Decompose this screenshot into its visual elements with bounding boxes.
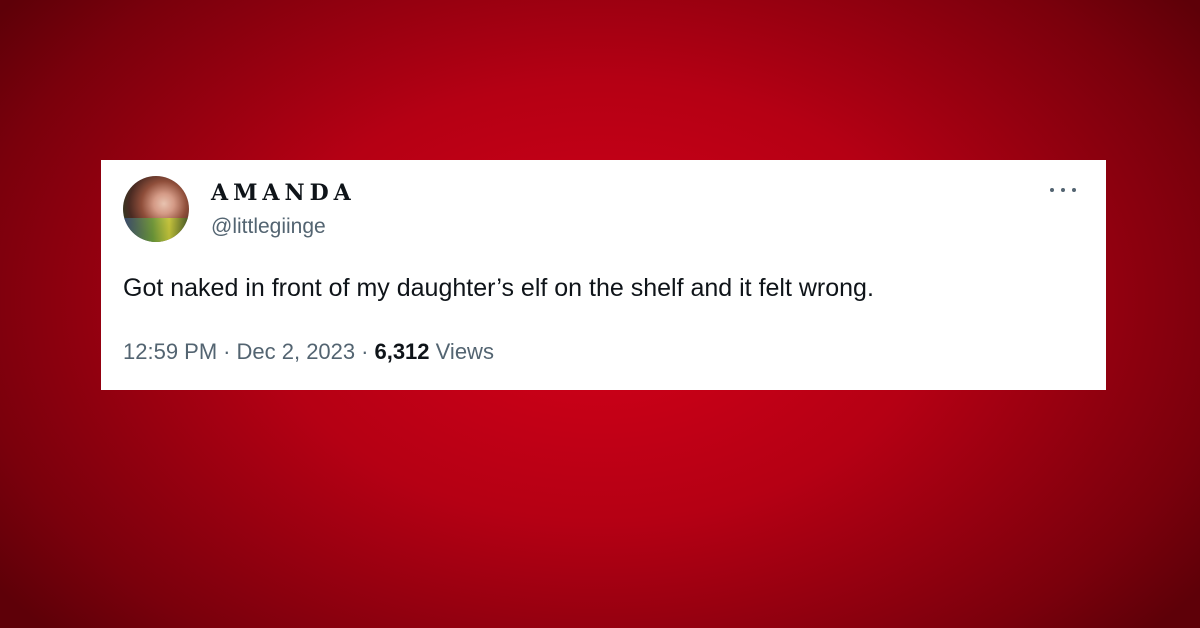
avatar-photo-detail [123, 218, 189, 242]
more-dot [1061, 188, 1065, 192]
user-handle[interactable]: @littlegiinge [211, 214, 326, 240]
views-count[interactable]: 6,312 [374, 339, 429, 364]
more-options-icon[interactable] [1050, 180, 1076, 200]
views-label: Views [435, 339, 494, 364]
display-name[interactable]: AMANDA [211, 180, 356, 206]
tweet-text: Got naked in front of my daughter’s elf … [123, 274, 874, 302]
meta-separator: · [223, 339, 231, 364]
more-dot [1072, 188, 1076, 192]
tweet-time[interactable]: 12:59 PM [123, 339, 217, 364]
meta-separator: · [361, 339, 369, 364]
avatar[interactable] [123, 176, 189, 242]
tweet-date[interactable]: Dec 2, 2023 [237, 339, 356, 364]
tweet-metadata: 12:59 PM · Dec 2, 2023 · 6,312 Views [123, 338, 494, 366]
tweet-card: AMANDA @littlegiinge Got naked in front … [101, 160, 1106, 390]
more-dot [1050, 188, 1054, 192]
